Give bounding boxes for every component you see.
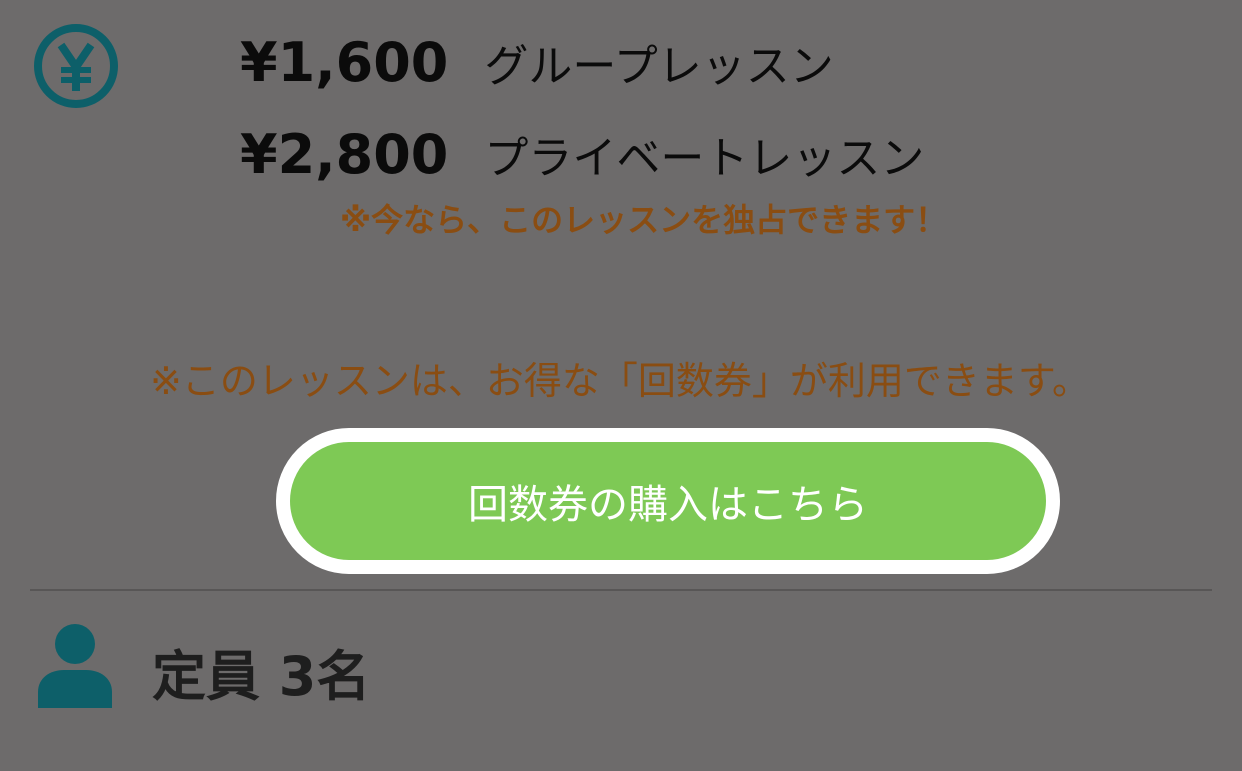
person-icon <box>38 624 112 708</box>
price-amount: ¥1,600 <box>240 31 449 94</box>
price-label: プライベートレッスン <box>484 133 925 184</box>
price-amount: ¥2,800 <box>240 123 449 186</box>
buy-ticket-button[interactable]: 回数券の購入はこちら <box>276 428 1060 574</box>
price-row-private: ¥2,800 プライベートレッスン <box>240 122 924 186</box>
capacity-text: 定員 3名 <box>152 645 371 708</box>
ticket-note: ※このレッスンは、お得な「回数券」が利用できます。 <box>150 359 1091 403</box>
yen-circle-icon <box>34 24 118 108</box>
divider <box>30 589 1212 591</box>
buy-ticket-button-label: 回数券の購入はこちら <box>468 482 868 528</box>
exclusive-note: ※今なら、このレッスンを独占できます！ <box>340 201 948 239</box>
price-row-group: ¥1,600 グループレッスン <box>240 30 834 94</box>
price-label: グループレッスン <box>484 41 834 92</box>
